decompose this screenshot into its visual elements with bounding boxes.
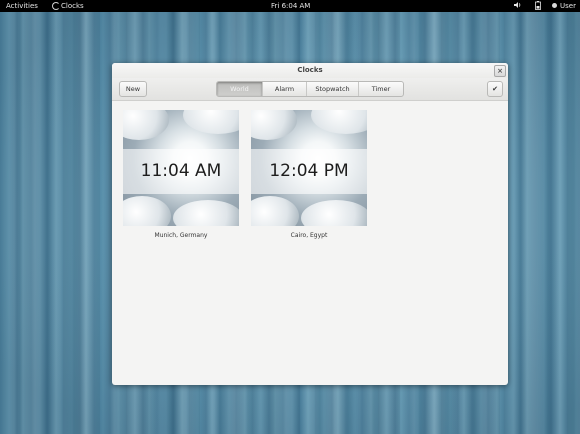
checkmark-icon: ✔: [492, 85, 498, 93]
cloud-image: [123, 196, 171, 226]
user-menu[interactable]: User: [552, 0, 576, 12]
activities-button[interactable]: Activities: [6, 0, 38, 12]
user-menu-label: User: [560, 2, 576, 10]
tab-stopwatch[interactable]: Stopwatch: [307, 82, 359, 96]
view-switcher: World Alarm Stopwatch Timer: [216, 81, 404, 97]
app-menu-label: Clocks: [61, 2, 84, 10]
close-icon: ×: [497, 67, 503, 75]
tab-timer[interactable]: Timer: [359, 82, 403, 96]
cloud-image: [251, 196, 299, 226]
user-icon: [552, 3, 557, 8]
cloud-image: [251, 110, 297, 140]
speaker-icon[interactable]: [514, 0, 522, 12]
toolbar: New World Alarm Stopwatch Timer ✔: [112, 78, 508, 101]
clock-tile-munich[interactable]: 11:04 AM: [123, 110, 239, 226]
cloud-image: [183, 110, 239, 134]
clock-time: 11:04 AM: [140, 161, 222, 181]
window-titlebar[interactable]: Clocks ×: [112, 63, 508, 78]
app-menu[interactable]: Clocks: [52, 0, 84, 12]
close-button[interactable]: ×: [494, 65, 506, 77]
new-button[interactable]: New: [119, 81, 147, 97]
clock-time: 12:04 PM: [269, 161, 349, 181]
top-bar: Activities Clocks Fri 6:04 AM User: [0, 0, 580, 12]
clock-location-label: Munich, Germany: [154, 232, 208, 239]
clock-tile-cairo[interactable]: 12:04 PM: [251, 110, 367, 226]
cloud-image: [123, 110, 169, 140]
battery-icon[interactable]: [535, 0, 541, 12]
tab-world[interactable]: World: [217, 82, 263, 96]
loading-spinner-icon: [52, 2, 60, 10]
clock-location-label: Cairo, Egypt: [290, 232, 328, 239]
tab-alarm[interactable]: Alarm: [263, 82, 307, 96]
top-bar-clock[interactable]: Fri 6:04 AM: [271, 0, 310, 12]
select-button[interactable]: ✔: [487, 81, 503, 97]
cloud-image: [301, 200, 367, 226]
cloud-image: [311, 110, 367, 134]
window-title: Clocks: [297, 66, 323, 74]
clocks-window: Clocks × New World Alarm Stopwatch Timer…: [112, 63, 508, 385]
cloud-image: [173, 200, 239, 226]
